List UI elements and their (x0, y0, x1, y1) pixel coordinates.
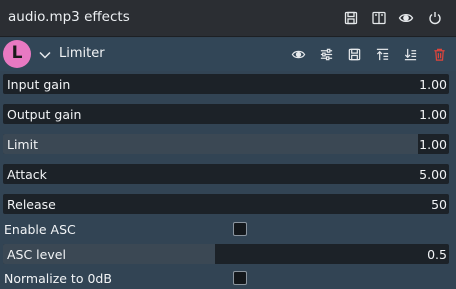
move-down-icon[interactable] (403, 47, 418, 62)
asc-level-label: ASC level (7, 247, 66, 262)
limit-label: Limit (7, 137, 38, 152)
normalize-checkbox[interactable] (233, 271, 247, 285)
enable-asc-checkbox[interactable] (233, 222, 247, 236)
output-gain-slider[interactable]: Output gain 1.00 (3, 104, 449, 124)
release-value: 50 (431, 197, 447, 212)
output-gain-value: 1.00 (419, 107, 447, 122)
chevron-down-icon[interactable] (38, 47, 52, 61)
input-gain-slider[interactable]: Input gain 1.00 (3, 74, 449, 94)
limit-slider[interactable]: Limit 1.00 (3, 134, 449, 154)
attack-slider[interactable]: Attack 5.00 (3, 164, 449, 184)
power-icon[interactable] (427, 10, 443, 26)
eye-icon[interactable] (291, 47, 306, 62)
split-view-icon[interactable] (371, 10, 387, 26)
window-title: audio.mp3 effects (8, 9, 130, 25)
move-up-icon[interactable] (375, 47, 390, 62)
release-label: Release (7, 197, 56, 212)
eye-icon[interactable] (398, 10, 414, 26)
effect-name: Limiter (59, 46, 105, 61)
settings-sliders-icon[interactable] (319, 47, 334, 62)
save-icon[interactable] (347, 47, 362, 62)
delete-icon[interactable] (432, 47, 447, 62)
asc-level-value: 0.5 (427, 247, 447, 262)
input-gain-label: Input gain (7, 77, 71, 92)
limit-value: 1.00 (419, 137, 447, 152)
avatar-letter: L (11, 43, 23, 63)
enable-asc-label: Enable ASC (4, 222, 76, 237)
effects-window: audio.mp3 effects L Limiter Input gain 1… (0, 0, 456, 289)
release-slider[interactable]: Release 50 (3, 194, 449, 214)
normalize-label: Normalize to 0dB (4, 271, 112, 286)
limit-fill (3, 134, 418, 154)
attack-label: Attack (7, 167, 47, 182)
output-gain-label: Output gain (7, 107, 82, 122)
attack-value: 5.00 (419, 167, 447, 182)
effect-header: L Limiter (0, 38, 456, 71)
save-preset-icon[interactable] (343, 10, 359, 26)
input-gain-value: 1.00 (419, 77, 447, 92)
asc-level-slider[interactable]: ASC level 0.5 (3, 244, 449, 264)
title-bar: audio.mp3 effects (0, 0, 456, 37)
effect-avatar: L (3, 40, 31, 68)
